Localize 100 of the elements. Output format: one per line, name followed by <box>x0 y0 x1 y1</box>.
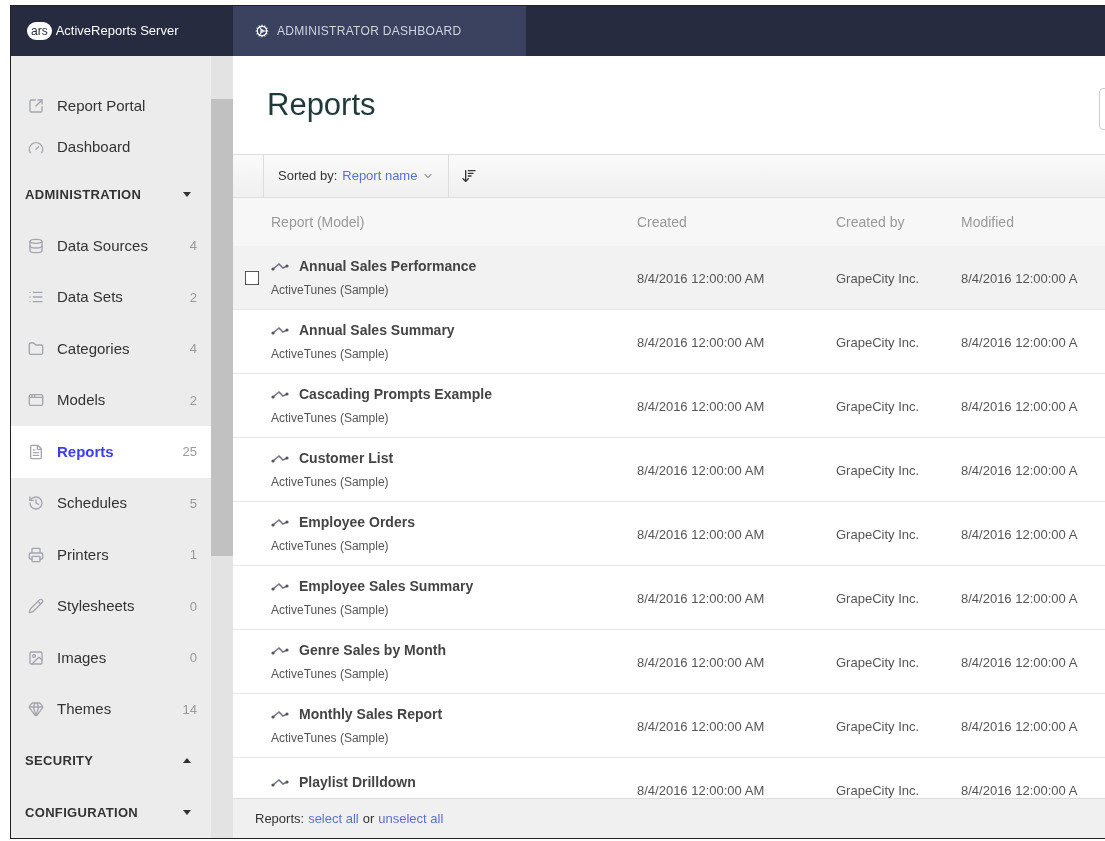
report-name[interactable]: Customer List <box>299 448 394 469</box>
item-count: 0 <box>189 597 197 616</box>
sort-value: Report name <box>342 167 418 186</box>
table-cell: 8/4/2016 12:00:00 A <box>961 462 1078 478</box>
item-count: 1 <box>189 546 197 564</box>
caret-up-icon <box>183 758 191 764</box>
table-cell: 8/4/2016 12:00:00 A <box>961 526 1078 542</box>
section-header[interactable]: CONFIGURATION <box>11 786 211 838</box>
line-chart-icon <box>271 454 289 463</box>
sort-dropdown[interactable]: Sorted by: Report name <box>263 155 450 197</box>
row-checkbox[interactable] <box>245 270 259 285</box>
item-count: 14 <box>182 700 197 719</box>
table-cell: GrapeCity Inc. <box>836 462 920 478</box>
report-model: ActiveTunes (Sample) <box>271 346 390 363</box>
sidebar-item[interactable]: Printers 1 <box>11 529 211 581</box>
sidebar-item-label: Data Sets <box>57 287 123 307</box>
report-model: ActiveTunes (Sample) <box>271 730 390 747</box>
section-header[interactable]: ADMINISTRATION <box>11 168 211 220</box>
line-chart-icon <box>271 582 289 591</box>
sidebar-item[interactable]: Themes 14 <box>11 683 211 735</box>
table-cell: 8/4/2016 12:00:00 A <box>961 590 1078 606</box>
table-cell: GrapeCity Inc. <box>836 334 920 350</box>
table-cell: GrapeCity Inc. <box>836 398 920 414</box>
database-icon <box>28 237 44 254</box>
sidebar-item[interactable]: Reports 25 <box>11 426 211 478</box>
sidebar-item[interactable]: Stylesheets 0 <box>11 580 211 632</box>
footer-text: or <box>362 809 375 828</box>
sidebar-item-label: Stylesheets <box>57 596 135 616</box>
logo-badge: ars <box>27 22 52 40</box>
select-all-link[interactable]: select all <box>308 808 359 829</box>
report-model: ActiveTunes (Sample) <box>271 666 390 683</box>
sidebar-item[interactable]: Dashboard <box>11 126 211 169</box>
table-cell: 8/4/2016 12:00:00 AM <box>637 526 765 542</box>
table-cell: GrapeCity Inc. <box>836 654 920 670</box>
footer-label: Reports: <box>255 809 305 828</box>
tab-label: ADMINISTRATOR DASHBOARD <box>277 23 462 40</box>
printer-icon <box>28 546 44 563</box>
table-cell: 8/4/2016 12:00:00 A <box>961 782 1078 798</box>
table-row[interactable]: Annual Sales Performance ActiveTunes (Sample) 8/4/2016 12:00:00 AM GrapeCity Inc. 8/4/2016 12:00:00 A <box>233 246 1105 310</box>
line-chart-icon <box>271 710 289 719</box>
item-count: 0 <box>189 649 197 667</box>
image-icon <box>28 649 44 666</box>
gem-icon <box>28 701 44 718</box>
table-cell: 8/4/2016 12:00:00 AM <box>637 398 765 414</box>
table-cell: 8/4/2016 12:00:00 AM <box>637 334 765 350</box>
sidebar-item-label: Dashboard <box>57 137 131 158</box>
sidebar-item[interactable]: Schedules 5 <box>11 477 211 529</box>
report-name[interactable]: Cascading Prompts Example <box>299 384 492 405</box>
section-header[interactable]: SECURITY <box>11 735 211 787</box>
folder-icon <box>28 340 44 357</box>
table-cell: 8/4/2016 12:00:00 A <box>961 398 1078 414</box>
unselect-all-link[interactable]: unselect all <box>378 808 444 829</box>
report-model: ActiveTunes (Sample) <box>271 602 390 619</box>
sidebar-item-label: Schedules <box>57 493 128 513</box>
table-cell: GrapeCity Inc. <box>836 782 920 798</box>
report-name[interactable]: Employee Orders <box>299 512 415 533</box>
sidebar-item-label: Images <box>57 647 107 668</box>
sidebar-item[interactable]: Report Portal <box>11 85 211 127</box>
sidebar-item-label: Reports <box>57 441 114 462</box>
table-cell: 8/4/2016 12:00:00 A <box>961 654 1078 670</box>
sidebar-item-label: Themes <box>57 699 112 719</box>
sidebar-item[interactable]: Categories 4 <box>11 323 211 375</box>
report-name[interactable]: Employee Sales Summary <box>299 576 474 597</box>
table-cell: 8/4/2016 12:00:00 AM <box>637 654 765 670</box>
sidebar-item-label: Models <box>57 390 106 410</box>
item-count: 2 <box>189 391 197 410</box>
sidebar-item-label: Categories <box>57 338 130 359</box>
table-cell: GrapeCity Inc. <box>836 270 920 286</box>
gauge-icon <box>28 139 44 156</box>
caret-down-icon <box>183 191 191 197</box>
table-cell: GrapeCity Inc. <box>836 590 920 606</box>
table-cell: GrapeCity Inc. <box>836 718 920 734</box>
item-count: 2 <box>189 288 197 307</box>
item-count: 4 <box>189 340 197 358</box>
sidebar-item[interactable]: Data Sets 2 <box>11 271 211 323</box>
sidebar-item[interactable]: Data Sources 4 <box>11 220 211 272</box>
report-name[interactable]: Genre Sales by Month <box>299 640 447 661</box>
scrollbar-thumb[interactable] <box>211 99 233 556</box>
history-icon <box>28 495 44 512</box>
report-name[interactable]: Annual Sales Summary <box>299 320 455 341</box>
sort-order-icon[interactable] <box>461 168 478 184</box>
product-name: ActiveReports Server <box>55 22 179 41</box>
table-cell: 8/4/2016 12:00:00 AM <box>637 270 765 286</box>
item-count: 4 <box>189 237 197 255</box>
dashboard-tab[interactable]: ADMINISTRATOR DASHBOARD <box>233 6 526 56</box>
sidebar-item-label: Printers <box>57 544 109 565</box>
sidebar-item-label: Data Sources <box>57 235 148 256</box>
report-model: ActiveTunes (Sample) <box>271 282 390 299</box>
external-link-icon <box>28 97 44 114</box>
table-cell: 8/4/2016 12:00:00 A <box>961 718 1078 734</box>
report-model: ActiveTunes (Sample) <box>271 474 390 491</box>
caret-down-icon <box>183 809 191 815</box>
sidebar-item[interactable]: Models 2 <box>11 374 211 426</box>
table-cell: 8/4/2016 12:00:00 AM <box>637 718 765 734</box>
item-count: 25 <box>182 443 197 461</box>
line-chart-icon <box>271 518 289 527</box>
sidebar-item[interactable]: Images 0 <box>11 632 211 684</box>
report-name[interactable]: Annual Sales Performance <box>299 256 477 277</box>
report-name[interactable]: Monthly Sales Report <box>299 704 443 725</box>
report-name[interactable]: Playlist Drilldown <box>299 772 416 793</box>
